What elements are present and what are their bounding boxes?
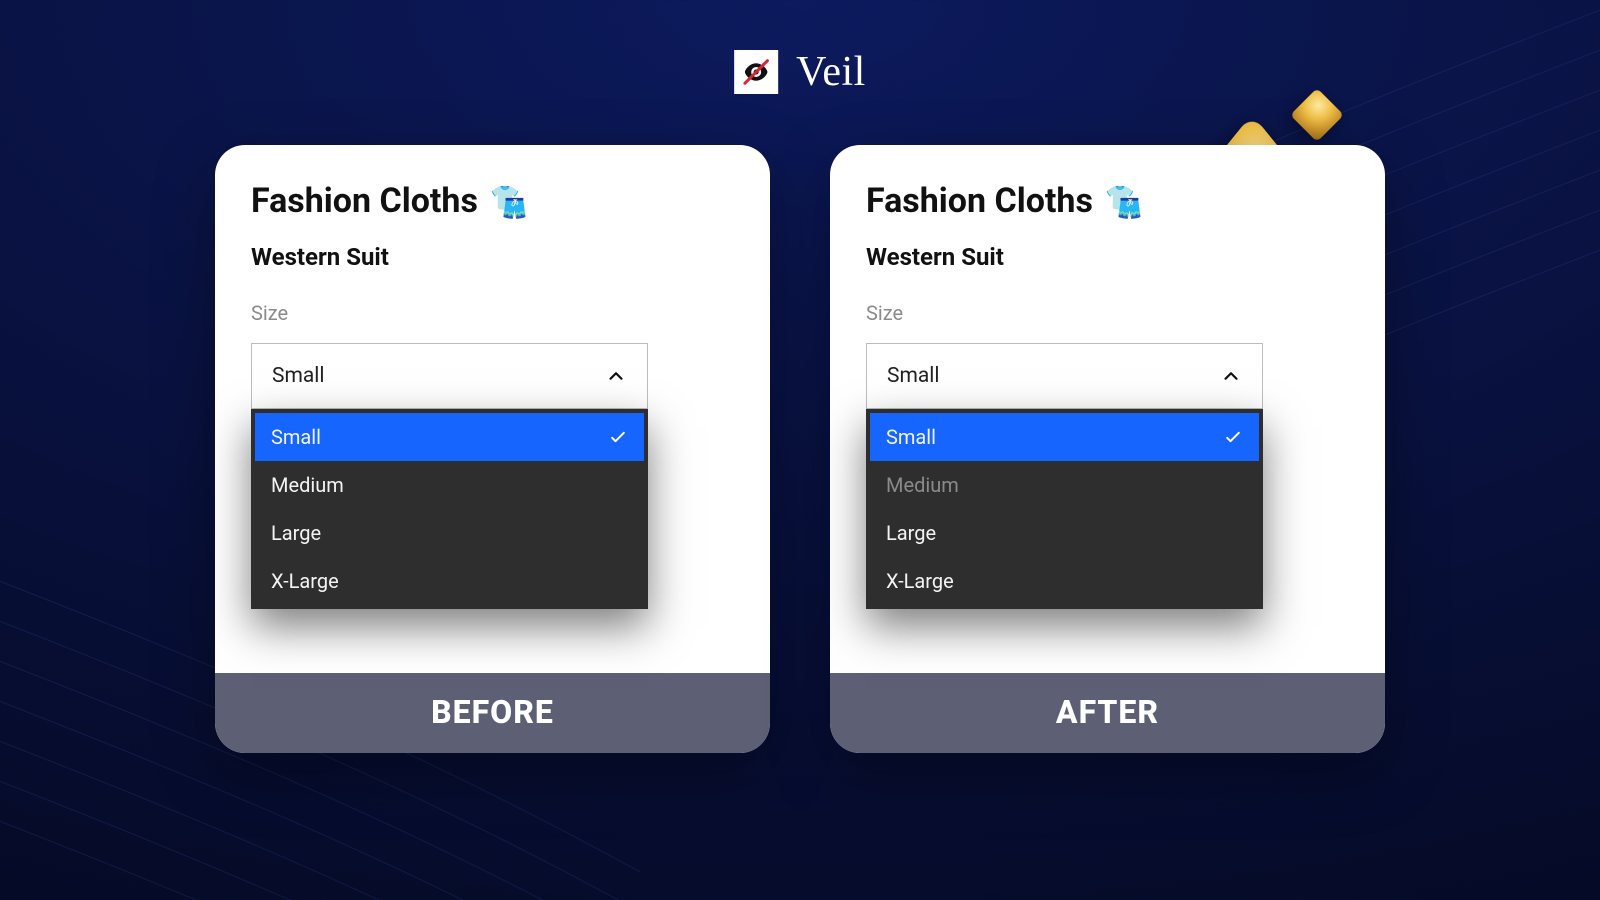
size-label: Size [251,301,734,325]
size-option-small[interactable]: Small [255,413,644,461]
check-icon [608,427,628,447]
size-option-medium-hidden[interactable]: Medium [870,461,1259,509]
option-label: X-Large [886,569,954,593]
after-card: Fashion Cloths 👕🩳 Western Suit Size Smal… [830,145,1385,753]
card-footer-label: AFTER [830,673,1385,753]
size-select-value: Small [272,364,325,388]
card-footer-label: BEFORE [215,673,770,753]
size-select-value: Small [887,364,940,388]
check-icon [1223,427,1243,447]
option-label: Medium [271,473,344,497]
option-label: Small [271,425,321,449]
option-label: Medium [886,473,959,497]
card-title: Fashion Cloths 👕🩳 [251,181,734,221]
size-option-xlarge[interactable]: X-Large [870,557,1259,605]
option-label: Large [886,521,936,545]
brand-logo: Veil [734,48,866,96]
size-label: Size [866,301,1349,325]
card-subtitle: Western Suit [251,243,734,271]
option-label: Large [271,521,321,545]
brand-name: Veil [796,48,866,96]
size-option-small[interactable]: Small [870,413,1259,461]
option-label: Small [886,425,936,449]
chevron-up-icon [605,365,627,387]
clothing-icon: 👕🩳 [1105,184,1139,218]
card-title-text: Fashion Cloths [866,181,1093,221]
clothing-icon: 👕🩳 [490,184,524,218]
size-menu: Small Medium Large X-Large [866,409,1263,609]
option-label: X-Large [271,569,339,593]
size-select[interactable]: Small [251,343,648,409]
before-card: Fashion Cloths 👕🩳 Western Suit Size Smal… [215,145,770,753]
card-title-text: Fashion Cloths [251,181,478,221]
size-select[interactable]: Small [866,343,1263,409]
size-option-medium[interactable]: Medium [255,461,644,509]
size-option-xlarge[interactable]: X-Large [255,557,644,605]
size-option-large[interactable]: Large [870,509,1259,557]
size-option-large[interactable]: Large [255,509,644,557]
size-menu: Small Medium Large X-Large [251,409,648,609]
card-title: Fashion Cloths 👕🩳 [866,181,1349,221]
veil-eye-slash-icon [734,50,778,94]
card-subtitle: Western Suit [866,243,1349,271]
chevron-up-icon [1220,365,1242,387]
